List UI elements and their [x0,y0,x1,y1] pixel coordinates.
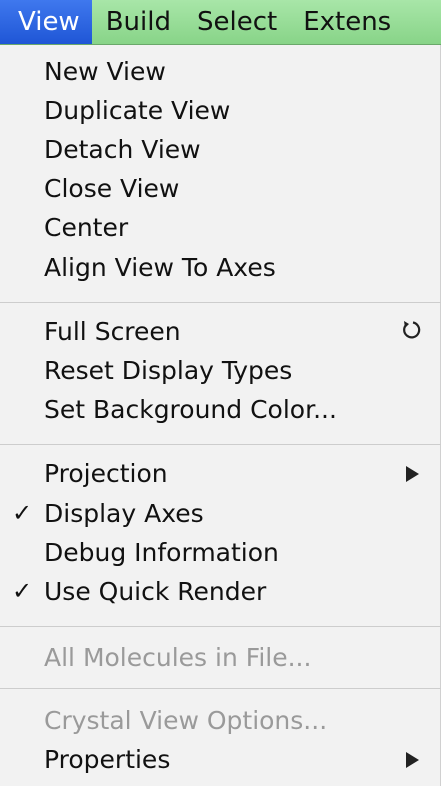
menu-item-full-screen[interactable]: Full Screen [0,312,441,351]
checkmark-icon: ✓ [12,577,33,605]
menu-item-label: Properties [44,745,171,774]
menu-item-label: Detach View [44,135,201,164]
menu-item-display-axes[interactable]: ✓ Display Axes [0,494,441,533]
menubar-extensions[interactable]: Extens [289,0,403,44]
menu-separator [0,626,441,627]
menu-item-align-view-to-axes[interactable]: Align View To Axes [0,248,441,287]
menu-item-projection[interactable]: Projection [0,454,441,493]
menu-item-label: Reset Display Types [44,356,293,385]
menu-item-label: Center [44,213,129,242]
menu-item-all-molecules-in-file: All Molecules in File... [0,638,441,677]
menu-item-close-view[interactable]: Close View [0,169,441,208]
menu-item-reset-display-types[interactable]: Reset Display Types [0,351,441,390]
menu-item-debug-information[interactable]: Debug Information [0,533,441,572]
menu-item-crystal-view-options: Crystal View Options... [0,701,441,740]
menu-item-set-background-color[interactable]: Set Background Color... [0,390,441,429]
menu-item-properties[interactable]: Properties [0,740,441,779]
menu-item-label: Crystal View Options... [44,706,328,735]
menu-item-detach-view[interactable]: Detach View [0,130,441,169]
menu-item-label: Projection [44,459,168,488]
view-menu-dropdown: New View Duplicate View Detach View Clos… [0,45,441,786]
menu-bar: View Build Select Extens [0,0,441,45]
rotate-icon [403,321,421,339]
checkmark-icon: ✓ [12,499,33,527]
menu-separator [0,444,441,445]
submenu-arrow-icon [406,752,419,768]
menu-item-label: Align View To Axes [44,253,276,282]
menubar-select[interactable]: Select [183,0,289,44]
menu-item-label: New View [44,57,166,86]
menu-item-center[interactable]: Center [0,208,441,247]
menu-item-label: Set Background Color... [44,395,337,424]
menu-item-use-quick-render[interactable]: ✓ Use Quick Render [0,572,441,611]
menu-item-label: Close View [44,174,180,203]
menu-item-label: Debug Information [44,538,279,567]
menubar-view[interactable]: View [0,0,92,44]
menu-item-label: Display Axes [44,499,204,528]
menu-item-new-view[interactable]: New View [0,52,441,91]
menu-item-duplicate-view[interactable]: Duplicate View [0,91,441,130]
menu-item-label: Duplicate View [44,96,231,125]
submenu-arrow-icon [406,466,419,482]
menu-separator [0,302,441,303]
menu-item-label: All Molecules in File... [44,643,312,672]
menu-item-label: Full Screen [44,317,181,346]
menu-item-label: Use Quick Render [44,577,267,606]
menubar-build[interactable]: Build [92,0,183,44]
menu-separator [0,688,441,689]
